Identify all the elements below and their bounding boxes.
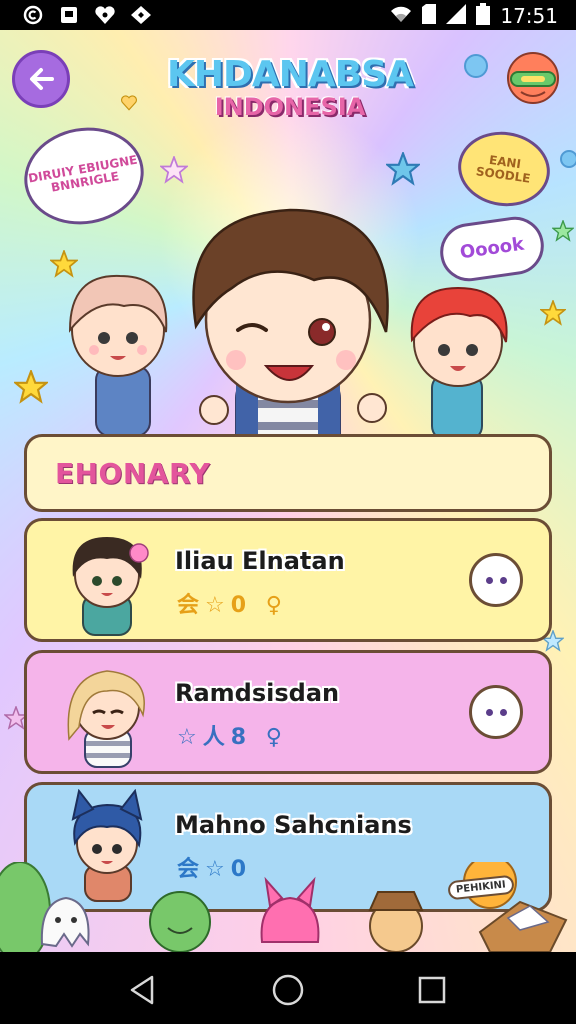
arrow-left-icon [30,68,54,90]
nav-recents-button[interactable] [412,970,452,1010]
character-left [68,274,168,437]
logo-subtitle: INDONESIA [214,93,366,121]
clock: 17:51 [500,4,558,28]
notification-c-icon [22,4,44,26]
dot-icon [499,576,507,584]
dot-icon [485,576,493,584]
battery-icon [476,3,491,29]
notification-diamond-icon [130,4,152,26]
character-right [410,286,508,441]
dot-icon [485,708,493,716]
hero-characters-illustration [68,208,508,470]
circle-home-icon [272,974,304,1006]
avatar [67,670,145,768]
card-name: Mahno Sahcnians [175,811,412,839]
heart-icon [121,95,137,111]
more-options-button[interactable] [469,685,523,739]
triangle-back-icon [130,975,154,1005]
status-bar: 17:51 [0,0,576,30]
list-item[interactable]: Ramdsisdan ☆人8 ♀ [24,650,552,774]
navigation-bar [0,952,576,1024]
card-name: Iliau Elnatan [175,547,345,575]
card-stats: ☆人8 ♀ [177,725,288,750]
bubble-dot [560,150,576,168]
back-button[interactable] [12,50,70,108]
signal-icon [446,4,467,28]
bubble-dot [464,54,488,78]
corner-mascot-icon[interactable] [505,50,561,106]
nav-back-button[interactable] [122,970,162,1010]
app-logo: KHDANABSA INDONESIA [150,54,430,121]
avatar [72,537,149,636]
more-options-button[interactable] [469,553,523,607]
sim-icon [422,4,437,28]
list-item[interactable]: Iliau Elnatan 会☆0 ♀ [24,518,552,642]
character-center [192,208,389,470]
dot-icon [499,708,507,716]
notification-square-icon [58,4,80,26]
section-title: EHONARY [55,456,211,490]
card-name: Ramdsisdan [175,679,340,707]
wifi-icon [390,5,412,27]
nav-home-button[interactable] [268,970,308,1010]
app-screen: KHDANABSA INDONESIA DIRUIY EBIUGNE BNNRI… [0,30,576,952]
logo-title: KHDANABSA [167,54,414,95]
square-recents-icon [418,976,446,1004]
notification-heart-icon [94,4,116,26]
section-header: EHONARY [24,434,552,512]
card-stats: 会☆0 ♀ [177,593,288,618]
bottom-mascots-illustration [0,862,568,952]
